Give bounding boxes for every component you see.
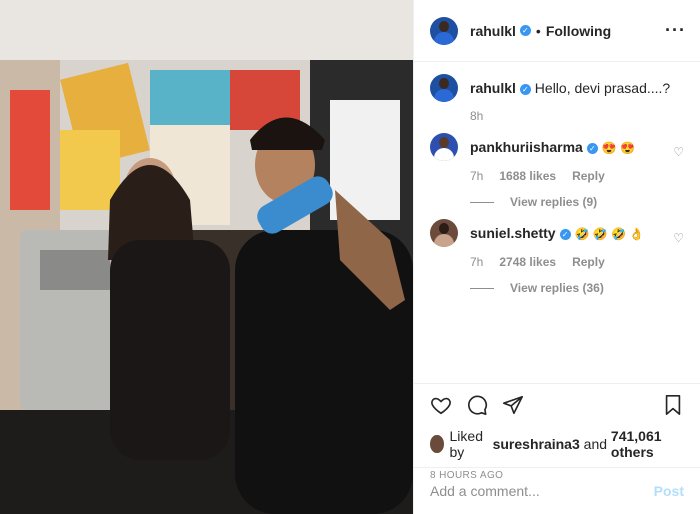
- bookmark-icon[interactable]: [662, 394, 684, 416]
- more-options-icon[interactable]: ···: [665, 20, 686, 41]
- author-avatar[interactable]: [430, 16, 458, 45]
- photo-image: [0, 0, 413, 514]
- verified-badge-icon: ✓: [586, 142, 598, 154]
- caption-comment: rahulkl ✓ Hello, devi prasad....? 8h: [430, 74, 684, 123]
- comment-like-heart-icon[interactable]: ♡: [673, 145, 684, 159]
- comment-avatar[interactable]: [430, 133, 458, 161]
- reply-button[interactable]: Reply: [572, 169, 605, 183]
- replies-divider: [470, 201, 494, 203]
- view-replies-button[interactable]: View replies (36): [470, 281, 684, 295]
- verified-badge-icon: ✓: [519, 25, 531, 36]
- comment-item: pankhuriisharma ✓ 😍 😍 7h 1688 likes Reply…: [430, 133, 684, 209]
- comment-text: Hello, devi prasad....?: [534, 80, 671, 96]
- post-photo[interactable]: [0, 0, 413, 514]
- liked-by-and: and: [583, 436, 608, 452]
- view-replies-button[interactable]: View replies (9): [470, 195, 684, 209]
- likes-count[interactable]: 741,061 others: [611, 428, 684, 460]
- reply-button[interactable]: Reply: [572, 255, 605, 269]
- verified-badge-icon: ✓: [559, 228, 571, 240]
- comment-likes[interactable]: 2748 likes: [499, 255, 556, 269]
- verified-badge-icon: ✓: [519, 83, 531, 95]
- comment-username[interactable]: suniel.shetty: [470, 225, 556, 241]
- share-icon[interactable]: [502, 394, 524, 416]
- heart-icon[interactable]: [430, 394, 452, 416]
- comment-likes[interactable]: 1688 likes: [499, 169, 556, 183]
- comment-item: suniel.shetty ✓ 🤣 🤣 🤣 👌 7h 2748 likes Rep…: [430, 219, 684, 295]
- comment-avatar[interactable]: [430, 74, 458, 102]
- following-button[interactable]: Following: [546, 23, 611, 39]
- comment-username[interactable]: pankhuriisharma: [470, 139, 583, 155]
- liked-by-prefix: Liked by: [449, 428, 483, 460]
- separator-dot: •: [535, 22, 541, 39]
- liker-avatar[interactable]: [430, 435, 444, 453]
- comment-emojis: 😍 😍: [601, 141, 635, 155]
- comment-avatar[interactable]: [430, 219, 458, 247]
- comment-time[interactable]: 7h: [470, 255, 483, 269]
- view-replies-label: View replies (9): [510, 195, 598, 209]
- comment-icon[interactable]: [466, 394, 488, 416]
- comments-list: rahulkl ✓ Hello, devi prasad....? 8h pank…: [414, 62, 700, 295]
- comment-time[interactable]: 7h: [470, 169, 483, 183]
- view-replies-label: View replies (36): [510, 281, 604, 295]
- post-detail-panel: rahulkl ✓ • Following ··· rahulkl ✓ Hello…: [413, 0, 700, 514]
- post-button[interactable]: Post: [654, 483, 684, 499]
- action-bar: [430, 394, 684, 416]
- liked-by-row: Liked by sureshraina3 and 741,061 others: [430, 428, 684, 460]
- comment-like-heart-icon[interactable]: ♡: [673, 231, 684, 245]
- post-header: rahulkl ✓ • Following ···: [414, 0, 700, 62]
- comment-time[interactable]: 8h: [470, 109, 483, 123]
- comment-emojis: 🤣 🤣 🤣 👌: [574, 227, 645, 241]
- replies-divider: [470, 287, 494, 289]
- add-comment-bar: Add a comment... Post: [414, 467, 700, 514]
- author-username[interactable]: rahulkl: [470, 23, 516, 39]
- add-comment-input[interactable]: Add a comment...: [430, 483, 540, 499]
- comment-username[interactable]: rahulkl: [470, 80, 516, 96]
- liker-username[interactable]: sureshraina3: [493, 436, 580, 452]
